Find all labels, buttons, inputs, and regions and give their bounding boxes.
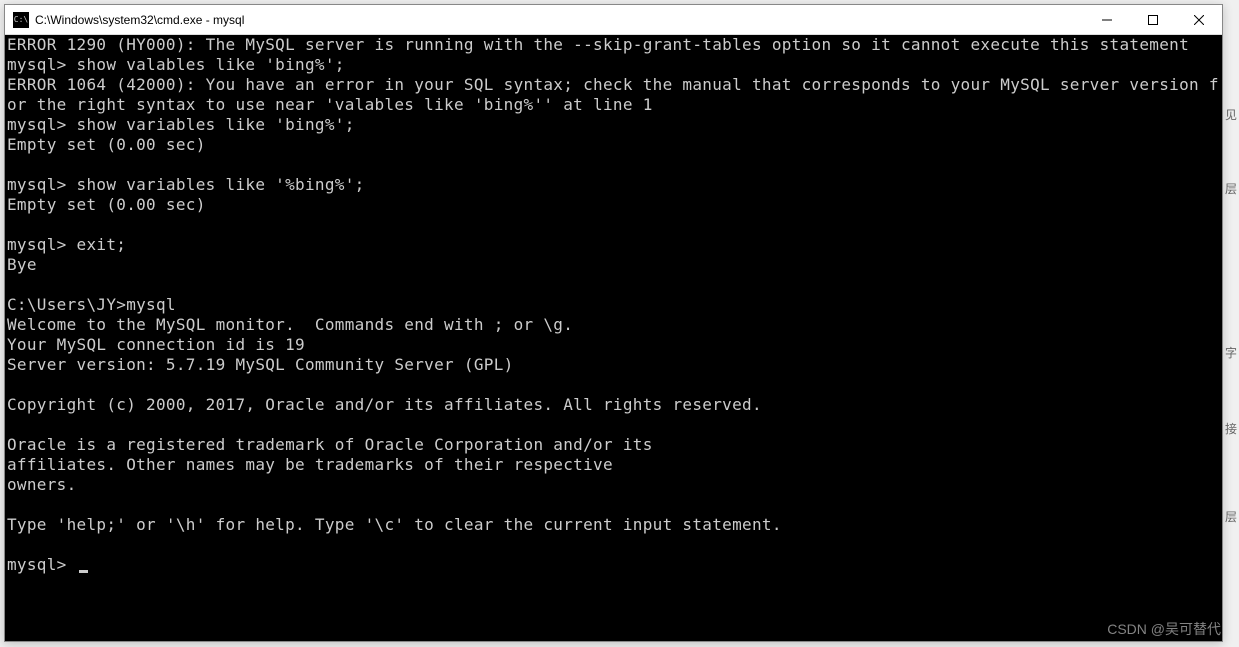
terminal-line: mysql>	[7, 555, 1220, 575]
terminal-line	[7, 215, 1220, 235]
window-controls	[1084, 5, 1222, 34]
terminal-line: Type 'help;' or '\h' for help. Type '\c'…	[7, 515, 1220, 535]
minimize-button[interactable]	[1084, 5, 1130, 34]
bg-char: 层	[1225, 180, 1239, 197]
cmd-icon: C:\	[13, 12, 29, 28]
terminal-output[interactable]: ERROR 1290 (HY000): The MySQL server is …	[5, 35, 1222, 641]
terminal-line	[7, 415, 1220, 435]
terminal-line: owners.	[7, 475, 1220, 495]
bg-char: 字	[1225, 344, 1239, 361]
terminal-line	[7, 155, 1220, 175]
cmd-window: C:\ C:\Windows\system32\cmd.exe - mysql …	[4, 4, 1223, 642]
terminal-line: Empty set (0.00 sec)	[7, 135, 1220, 155]
close-icon	[1194, 15, 1204, 25]
terminal-line: Oracle is a registered trademark of Orac…	[7, 435, 1220, 455]
terminal-line	[7, 375, 1220, 395]
terminal-line: Server version: 5.7.19 MySQL Community S…	[7, 355, 1220, 375]
terminal-line	[7, 275, 1220, 295]
terminal-line: Your MySQL connection id is 19	[7, 335, 1220, 355]
terminal-line	[7, 535, 1220, 555]
terminal-line: affiliates. Other names may be trademark…	[7, 455, 1220, 475]
terminal-line: ERROR 1290 (HY000): The MySQL server is …	[7, 35, 1220, 55]
terminal-line: Empty set (0.00 sec)	[7, 195, 1220, 215]
terminal-line: C:\Users\JY>mysql	[7, 295, 1220, 315]
titlebar[interactable]: C:\ C:\Windows\system32\cmd.exe - mysql	[5, 5, 1222, 35]
bg-char: 接	[1225, 420, 1239, 437]
maximize-icon	[1148, 15, 1158, 25]
terminal-line: mysql> show valables like 'bing%';	[7, 55, 1220, 75]
bg-char: 见	[1225, 106, 1239, 123]
terminal-line: Copyright (c) 2000, 2017, Oracle and/or …	[7, 395, 1220, 415]
maximize-button[interactable]	[1130, 5, 1176, 34]
close-button[interactable]	[1176, 5, 1222, 34]
terminal-line: mysql> exit;	[7, 235, 1220, 255]
window-title: C:\Windows\system32\cmd.exe - mysql	[35, 13, 1084, 27]
terminal-line: Bye	[7, 255, 1220, 275]
minimize-icon	[1102, 15, 1112, 25]
cursor	[79, 570, 88, 573]
terminal-line	[7, 495, 1220, 515]
terminal-line: mysql> show variables like '%bing%';	[7, 175, 1220, 195]
terminal-line: Welcome to the MySQL monitor. Commands e…	[7, 315, 1220, 335]
bg-char: 层	[1225, 508, 1239, 525]
terminal-line: mysql> show variables like 'bing%';	[7, 115, 1220, 135]
terminal-line: ERROR 1064 (42000): You have an error in…	[7, 75, 1220, 115]
